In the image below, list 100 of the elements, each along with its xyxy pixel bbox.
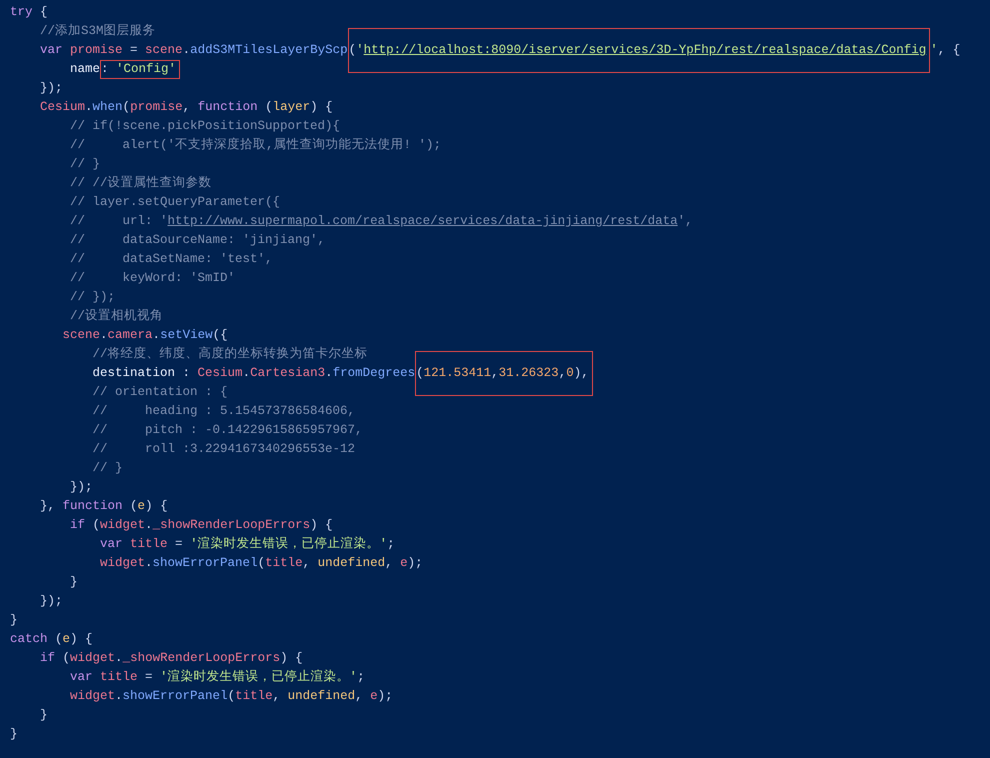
code-token: widget (99, 556, 146, 570)
code-token: . (115, 689, 123, 703)
code-token: var (69, 670, 94, 684)
code-token: // dataSetName: 'test', (69, 252, 273, 266)
code-token: promise (70, 43, 123, 57)
code-token: 31.26323 (498, 366, 559, 380)
code-token: ); (408, 556, 423, 570)
code-token: } (10, 727, 18, 741)
code-token: // } (69, 157, 100, 171)
code-token: . (325, 366, 333, 380)
code-token: , { (938, 43, 960, 57)
code-token: '渲染时发生错误，已停止渲染。' (160, 670, 358, 684)
code-token: camera (108, 328, 153, 342)
code-token: , (302, 556, 312, 570)
code-token: function (198, 100, 258, 114)
code-token: , (385, 556, 394, 570)
code-token: ( (54, 632, 63, 646)
code-token: // layer.setQueryParameter({ (69, 195, 280, 209)
code-token: e (138, 499, 146, 513)
code-token: widget (69, 689, 116, 703)
code-token: //设置相机视角 (69, 309, 164, 323)
code-token: } (10, 613, 18, 627)
code-token: // keyWord: 'SmID' (69, 271, 236, 285)
code-token: , (182, 100, 192, 114)
code-token: promise (130, 100, 183, 114)
code-token: = (144, 670, 154, 684)
code-token: setView (160, 328, 213, 342)
code-token: // alert('不支持深度拾取,属性查询功能无法使用! '); (69, 138, 442, 152)
code-token: destination (92, 366, 176, 380)
code-token: title (100, 670, 138, 684)
code-token: //添加S3M图层服务 (39, 24, 156, 38)
code-token: http://localhost:8090/iserver/services/3D-YpFhp/rest/realspace/datas/Config (364, 43, 926, 57)
code-token: if (69, 518, 86, 532)
code-token: . (115, 651, 123, 665)
code-token: e (62, 632, 70, 646)
code-token: ( (416, 366, 424, 380)
code-token: = (129, 43, 139, 57)
code-token: ( (129, 499, 138, 513)
code-token: http://www.supermapol.com/realspace/services/data-jinjiang/rest/data (168, 214, 678, 228)
code-token: }); (39, 81, 63, 95)
code-token: 121.53411 (424, 366, 492, 380)
code-token: } (69, 575, 78, 589)
code-token: scene (145, 43, 183, 57)
code-token: ({ (212, 328, 228, 342)
code-token: _showRenderLoopErrors (122, 651, 280, 665)
code-token: title (235, 689, 273, 703)
code-token: = (174, 537, 184, 551)
code-token: ' (356, 43, 364, 57)
code-token: when (92, 100, 123, 114)
code-token: ( (348, 43, 356, 57)
code-token: name (69, 62, 100, 76)
code-token: ) { (280, 651, 303, 665)
code-token: . (85, 100, 93, 114)
code-token: // //设置属性查询参数 (69, 176, 212, 190)
code-token: // }); (69, 290, 116, 304)
code-token: : (182, 366, 192, 380)
code-token: e (370, 689, 378, 703)
code-token: ( (122, 100, 130, 114)
code-token: addS3MTilesLayerByScp (190, 43, 348, 57)
code-token: . (145, 556, 153, 570)
code-token: 0 (566, 366, 574, 380)
code-token: ); (378, 689, 393, 703)
code-token: . (145, 518, 153, 532)
code-token: undefined (288, 689, 356, 703)
code-token: }); (69, 480, 93, 494)
code-token: showErrorPanel (122, 689, 228, 703)
code-token: widget (70, 651, 116, 665)
code-token: ', (678, 214, 693, 228)
code-token: ( (62, 651, 70, 665)
code-token: widget (100, 518, 146, 532)
code-token: var (99, 537, 124, 551)
code-token: title (130, 537, 168, 551)
code-token: ' (930, 43, 938, 57)
code-token: 'Config' (116, 62, 176, 76)
code-token: if (39, 651, 56, 665)
code-token: '渲染时发生错误，已停止渲染。' (190, 537, 388, 551)
code-token: , (491, 366, 499, 380)
code-token: Cesium (39, 100, 86, 114)
code-token: : (101, 62, 110, 76)
code-token: ) { (310, 518, 333, 532)
code-token: //将经度、纬度、高度的坐标转换为笛卡尔坐标 (92, 347, 368, 361)
code-token: _showRenderLoopErrors (152, 518, 310, 532)
code-token: // if(!scene.pickPositionSupported){ (69, 119, 340, 133)
code-token: // dataSourceName: 'jinjiang', (69, 233, 326, 247)
code-token: showErrorPanel (152, 556, 258, 570)
code-token: // } (92, 461, 123, 475)
code-token: // orientation : { (92, 385, 228, 399)
code-token: var (39, 43, 64, 57)
code-token: } (39, 708, 48, 722)
code-token: catch (10, 632, 48, 646)
code-token: ) { (145, 499, 168, 513)
code-token: , (355, 689, 364, 703)
code-token: ( (258, 556, 266, 570)
code-token: . (152, 328, 160, 342)
code-token: }); (39, 594, 63, 608)
code-token: // heading : 5.154573786584606, (92, 404, 356, 418)
code-token: fromDegrees (332, 366, 416, 380)
code-token: title (265, 556, 303, 570)
code-token: scene (62, 328, 100, 342)
code-token: ; (357, 670, 365, 684)
